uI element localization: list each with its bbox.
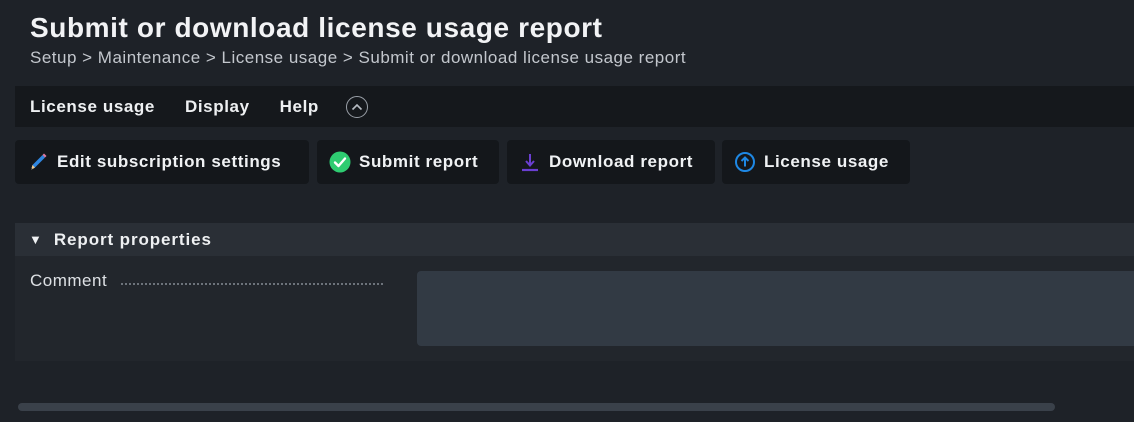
label-leader-dots [121, 283, 383, 285]
menu-help[interactable]: Help [265, 86, 334, 127]
pencil-icon [27, 151, 49, 173]
comment-field[interactable] [417, 271, 1134, 346]
edit-subscription-settings-button[interactable]: Edit subscription settings [15, 140, 309, 184]
report-properties-header[interactable]: ▼ Report properties [15, 223, 1134, 256]
section-title: Report properties [53, 229, 212, 249]
comment-label: Comment [30, 271, 108, 290]
submit-report-button[interactable]: Submit report [317, 140, 499, 184]
page-title: Submit or download license usage report [30, 12, 603, 43]
license-usage-button[interactable]: License usage [722, 140, 910, 184]
chevron-up-circle-icon[interactable] [345, 95, 368, 118]
horizontal-scrollbar[interactable] [18, 403, 1055, 411]
submit-report-label: Submit report [359, 152, 479, 171]
menu-bar: License usage Display Help [15, 86, 1134, 127]
download-report-label: Download report [549, 152, 694, 171]
toolbar: Edit subscription settings Submit report… [0, 140, 1134, 184]
download-icon [519, 151, 541, 173]
license-usage-label: License usage [764, 152, 889, 171]
menu-license-usage[interactable]: License usage [15, 86, 170, 127]
check-circle-icon [329, 151, 351, 173]
upload-circle-icon [734, 151, 756, 173]
page: Submit or download license usage report … [0, 0, 1134, 422]
triangle-down-icon: ▼ [29, 232, 42, 247]
breadcrumb[interactable]: Setup > Maintenance > License usage > Su… [30, 48, 686, 68]
edit-subscription-settings-label: Edit subscription settings [57, 152, 282, 171]
report-properties-section: ▼ Report properties Comment [15, 223, 1134, 361]
download-report-button[interactable]: Download report [507, 140, 715, 184]
menu-display[interactable]: Display [170, 86, 265, 127]
